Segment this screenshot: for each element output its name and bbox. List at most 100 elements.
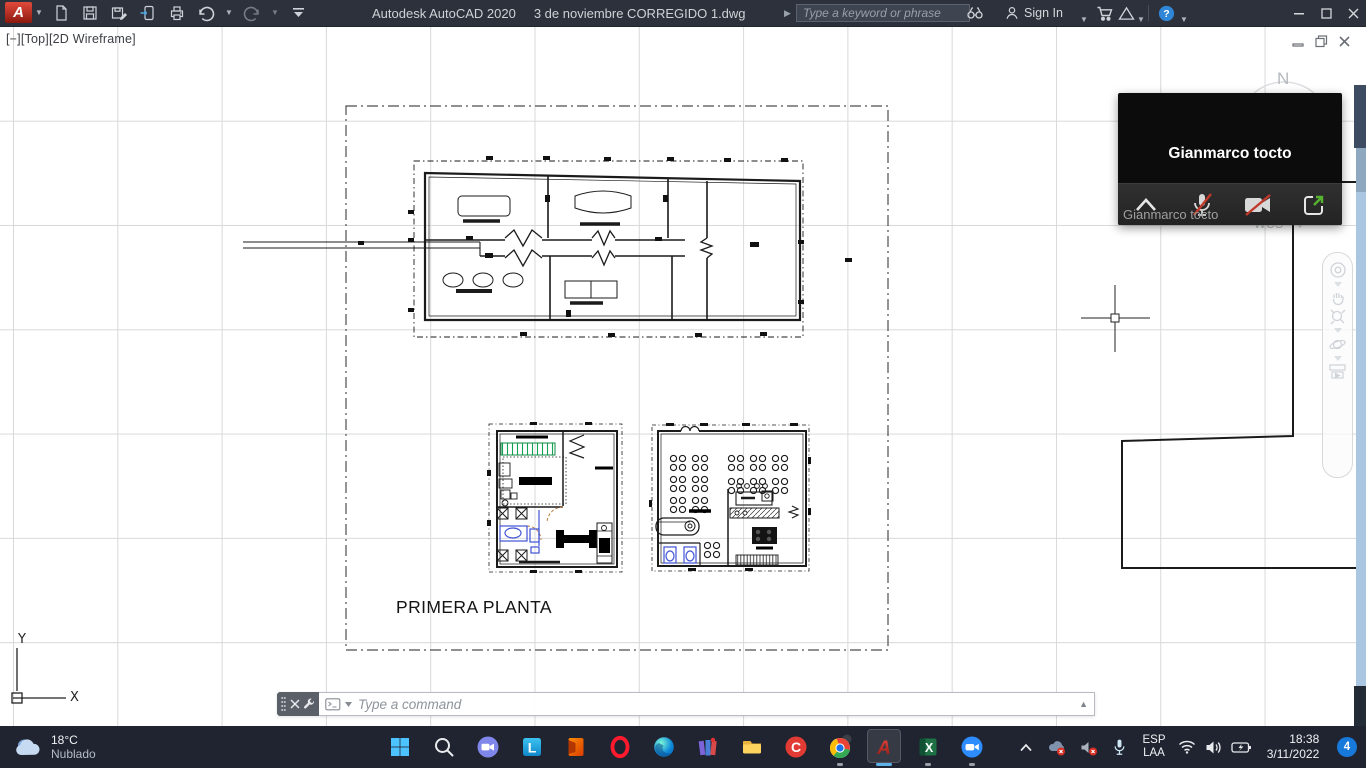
doc-restore-icon[interactable]	[1315, 35, 1328, 48]
taskbar-app-search[interactable]	[422, 726, 466, 768]
undo-dropdown[interactable]: ▼	[224, 2, 234, 24]
open-full-window-icon[interactable]	[1297, 190, 1331, 220]
keyboard-layout-indicator[interactable]: ESP LAA	[1134, 734, 1174, 760]
volume-icon[interactable]	[1200, 740, 1226, 755]
sign-in-label[interactable]: Sign In	[1024, 2, 1063, 24]
autodesk-app-dropdown[interactable]: ▼	[1137, 9, 1145, 31]
recent-commands-dropdown-icon[interactable]	[345, 701, 352, 707]
customize-qat-dropdown[interactable]	[287, 2, 309, 24]
zoom-dropdown-icon[interactable]	[1333, 328, 1342, 333]
camera-muted-icon[interactable]	[1241, 190, 1275, 220]
redo-dropdown[interactable]: ▼	[270, 2, 280, 24]
autocad-menu-button[interactable]: A	[5, 2, 32, 23]
orbit-dropdown-icon[interactable]	[1333, 356, 1342, 361]
doc-minimize-icon[interactable]	[1292, 35, 1305, 48]
pan-hand-icon[interactable]	[1330, 290, 1346, 306]
taskbar-app-edge[interactable]	[642, 726, 686, 768]
taskbar-app-office[interactable]	[554, 726, 598, 768]
redo-button[interactable]	[241, 2, 263, 24]
wheel-dropdown-icon[interactable]	[1333, 282, 1342, 287]
viewport-view-control[interactable]: [Top]	[21, 32, 49, 46]
taskbar-app-opera[interactable]	[598, 726, 642, 768]
sign-in-user-icon[interactable]	[1004, 2, 1020, 24]
weather-widget[interactable]: 18°C Nublado	[8, 726, 102, 768]
close-command-icon[interactable]	[289, 699, 300, 709]
minimize-button[interactable]	[1286, 0, 1313, 26]
full-navigation-wheel-icon[interactable]	[1329, 261, 1347, 279]
taskbar-app-chrome[interactable]	[818, 726, 862, 768]
taskbar-app-autocad[interactable]: A	[862, 726, 906, 768]
autodesk-app-icon[interactable]	[1118, 2, 1135, 24]
command-prompt-icon	[325, 697, 341, 710]
weather-condition: Nublado	[51, 747, 96, 761]
tray-sync-error-icon[interactable]	[1040, 739, 1072, 756]
crosshair-cursor	[1081, 285, 1150, 352]
save-as-button[interactable]	[108, 2, 130, 24]
sign-in-dropdown[interactable]: ▼	[1080, 9, 1088, 31]
tray-microphone-icon[interactable]	[1104, 738, 1134, 757]
save-button[interactable]	[79, 2, 101, 24]
command-bar-handle[interactable]	[277, 692, 319, 716]
search-collapse-arrow[interactable]: ▶	[784, 2, 791, 24]
orbit-icon[interactable]	[1329, 336, 1346, 353]
store-cart-icon[interactable]	[1096, 2, 1114, 24]
tray-date: 3/11/2022	[1266, 747, 1320, 761]
plot-button[interactable]	[166, 2, 188, 24]
microphone-muted-icon[interactable]	[1185, 190, 1219, 220]
taskbar-app-ccleaner[interactable]: C	[774, 726, 818, 768]
command-bar: ▲	[277, 692, 1095, 716]
search-icon[interactable]	[966, 2, 984, 24]
tray-chevron-up-icon[interactable]	[1012, 743, 1040, 752]
taskbar-app-file-explorer[interactable]	[730, 726, 774, 768]
tray-audio-error-icon[interactable]	[1072, 739, 1104, 756]
wifi-icon[interactable]	[1174, 740, 1200, 754]
help-dropdown[interactable]: ▼	[1180, 9, 1188, 31]
drawing-window-controls	[1292, 35, 1351, 48]
taskbar-app-l-app[interactable]: L	[510, 726, 554, 768]
right-scrollbar[interactable]	[1356, 148, 1366, 686]
command-input-area[interactable]: ▲	[319, 692, 1095, 716]
new-file-button[interactable]	[50, 2, 72, 24]
notification-center-button[interactable]: 4	[1330, 737, 1364, 757]
svg-text:?: ?	[1163, 8, 1169, 20]
drag-grip-icon[interactable]	[280, 696, 286, 712]
taskbar-app-chat[interactable]	[466, 726, 510, 768]
maximize-button[interactable]	[1313, 0, 1340, 26]
help-icon[interactable]: ?	[1158, 2, 1175, 24]
close-button[interactable]	[1340, 0, 1366, 26]
keyword-search-input[interactable]	[796, 4, 970, 22]
taskbar-app-excel[interactable]: X	[906, 726, 950, 768]
navigation-bar	[1322, 252, 1353, 478]
battery-charging-icon[interactable]	[1226, 741, 1256, 754]
weather-temperature: 18°C	[51, 733, 78, 747]
system-tray: ESP LAA 18:38 3/11/2022 4	[1012, 726, 1364, 768]
chevron-down-icon[interactable]: ▼	[35, 9, 43, 17]
compass-north-label: N	[1277, 69, 1289, 88]
taskbar-app-winrar[interactable]	[686, 726, 730, 768]
sheet-boundary	[345, 105, 889, 651]
ucs-y-label: Y	[17, 632, 26, 647]
taskbar-app-start[interactable]	[378, 726, 422, 768]
upper-floor-plan	[243, 156, 852, 338]
meeting-overlay-window[interactable]: Gianmarco tocto Gianmarco tocto	[1118, 93, 1342, 225]
running-indicator	[925, 763, 931, 766]
customize-wrench-icon[interactable]	[303, 698, 315, 710]
svg-text:L: L	[528, 740, 537, 756]
notification-count-badge: 4	[1337, 737, 1357, 757]
collapse-chevron-icon[interactable]	[1129, 190, 1163, 220]
save-to-web-mobile-button[interactable]	[137, 2, 159, 24]
viewport-visual-style-control[interactable]: [2D Wireframe]	[49, 32, 136, 46]
viewport-minimize-control[interactable]: [−]	[6, 32, 21, 46]
command-input[interactable]	[356, 695, 1076, 713]
undo-button[interactable]	[195, 2, 217, 24]
showmotion-icon[interactable]	[1329, 364, 1346, 379]
taskbar-app-zoom[interactable]	[950, 726, 994, 768]
clock[interactable]: 18:38 3/11/2022	[1256, 732, 1330, 762]
lower-right-plan	[649, 423, 811, 572]
svg-text:X: X	[925, 741, 934, 755]
participant-name: Gianmarco tocto	[1168, 145, 1292, 162]
command-history-expand-icon[interactable]: ▲	[1079, 699, 1088, 709]
zoom-extents-icon[interactable]	[1330, 309, 1346, 325]
plan-caption: PRIMERA PLANTA	[396, 597, 553, 617]
doc-close-icon[interactable]	[1338, 35, 1351, 48]
